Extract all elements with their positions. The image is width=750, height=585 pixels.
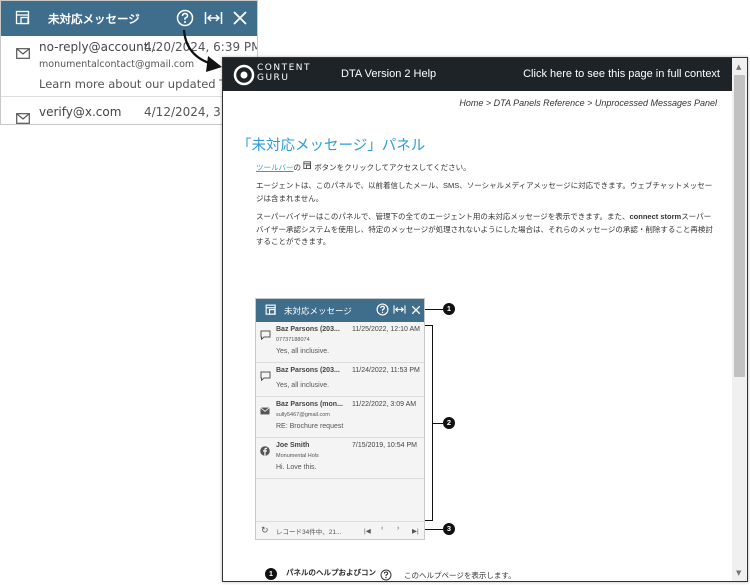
callout-3: 3 xyxy=(443,523,455,535)
callout-line xyxy=(425,309,443,311)
callout-line xyxy=(432,423,443,425)
toolbar-link[interactable]: ツールバー xyxy=(256,163,294,172)
refresh-icon: ↻ xyxy=(261,525,269,535)
legend-callout-1: 1 xyxy=(265,568,277,580)
message-contact: monumentalcontact@gmail.com xyxy=(39,59,195,70)
resize-width-icon xyxy=(393,303,406,321)
next-page-icon: › xyxy=(397,525,400,532)
record-count: レコード34件中、21... xyxy=(276,529,342,536)
help-icon xyxy=(376,303,389,321)
chat-icon xyxy=(260,327,271,345)
pointer-arrow-icon xyxy=(182,29,222,72)
help-icon xyxy=(380,568,392,581)
logo-text: CONTENT GURU xyxy=(257,63,312,83)
inner-message-item: Joe Smith 7/15/2019, 10:54 PM Monumental… xyxy=(256,439,424,479)
message-sender: no-reply@account... xyxy=(39,40,160,54)
inner-message-item: Baz Parsons (mon... 11/22/2022, 3:09 AM … xyxy=(256,398,424,438)
panel-inbox-icon xyxy=(265,303,277,321)
close-icon xyxy=(411,303,421,321)
paragraph-agent: エージェントは、このパネルで、以前着信したメール、SMS、ソーシャルメディアメッ… xyxy=(256,181,713,203)
chat-icon xyxy=(260,368,271,386)
callout-2: 2 xyxy=(443,417,455,429)
help-topbar: CONTENT GURU DTA Version 2 Help Click her… xyxy=(223,58,747,91)
page-title: 「未対応メッセージ」パネル xyxy=(237,138,426,154)
divider xyxy=(1,96,257,97)
email-icon xyxy=(16,44,30,63)
panel-illustration: 未対応メッセージ Baz Parsons (203... 11/25/2022,… xyxy=(255,298,425,540)
help-window: CONTENT GURU DTA Version 2 Help Click her… xyxy=(222,57,748,582)
inner-pagination-bar: ↻ レコード34件中、21... |◀ ‹ › ▶| xyxy=(256,521,424,539)
callout-1: 1 xyxy=(443,303,455,315)
email-icon xyxy=(260,402,270,420)
panel-title: 未対応メッセージ xyxy=(48,12,140,26)
inner-panel-header: 未対応メッセージ xyxy=(256,299,424,322)
legend-label: パネルのヘルプおよびコントロールボタン xyxy=(286,568,376,581)
scroll-down-icon[interactable]: ▼ xyxy=(736,569,741,577)
help-product-name: DTA Version 2 Help xyxy=(341,68,437,80)
message-sender: verify@x.com xyxy=(39,105,122,119)
legend-description: このヘルプページを表示します。 xyxy=(404,571,516,580)
inner-message-item: Baz Parsons (203... 11/25/2022, 12:10 AM… xyxy=(256,323,424,363)
callout-line xyxy=(425,529,443,531)
scroll-thumb[interactable] xyxy=(734,75,745,377)
prev-page-icon: ‹ xyxy=(381,525,384,532)
inner-message-item: Baz Parsons (203... 11/24/2022, 11:53 PM… xyxy=(256,364,424,397)
scroll-up-icon[interactable]: ▲ xyxy=(736,63,741,71)
scrollbar[interactable]: ▲ ▼ xyxy=(732,58,747,581)
last-page-icon: ▶| xyxy=(412,528,419,535)
inner-panel-title: 未対応メッセージ xyxy=(284,307,352,317)
first-page-icon: |◀ xyxy=(364,528,371,535)
full-context-link[interactable]: Click here to see this page in full cont… xyxy=(523,68,720,80)
email-icon xyxy=(16,109,30,124)
help-content: Home > DTA Panels Reference > Unprocesse… xyxy=(223,91,731,581)
panel-button-icon xyxy=(303,161,312,172)
panel-inbox-icon xyxy=(15,10,31,30)
facebook-icon xyxy=(260,443,270,461)
paragraph-supervisor: スーパーバイザーはこのパネルで、管理下の全てのエージェント用の未対応メッセージを… xyxy=(256,212,713,246)
callout-bracket-bottom xyxy=(425,520,433,522)
paragraph-access: ツールバーの ボタンをクリックしてアクセスしてください。 xyxy=(256,161,471,172)
breadcrumb[interactable]: Home > DTA Panels Reference > Unprocesse… xyxy=(459,98,717,108)
